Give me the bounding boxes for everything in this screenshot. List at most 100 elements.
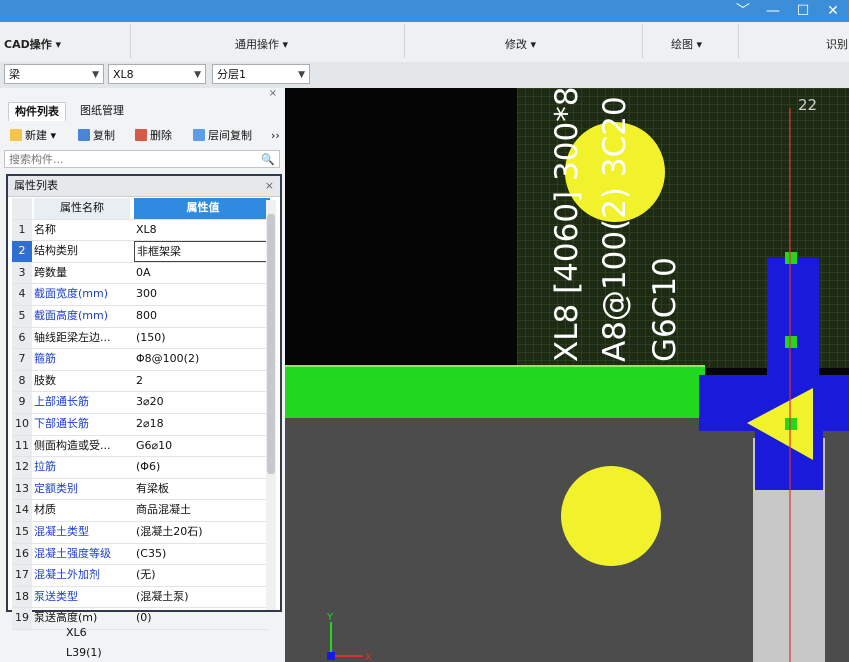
property-value[interactable]: 2⌀18: [134, 414, 270, 435]
scrollbar-thumb[interactable]: [267, 214, 275, 474]
rebar-circle: [561, 466, 661, 566]
row-number: 9: [12, 392, 32, 413]
property-row[interactable]: 18 泵送类型 (混凝土泵): [12, 586, 270, 609]
ribbon-divider: [130, 24, 131, 58]
tab-component-list[interactable]: 构件列表: [8, 102, 66, 121]
property-name: 材质: [34, 503, 56, 517]
floor-copy-icon: [193, 129, 205, 141]
component-search-input[interactable]: 搜索构件... 🔍: [4, 150, 280, 168]
property-row[interactable]: 14 材质 商品混凝土: [12, 500, 268, 522]
property-row[interactable]: 12 拉筋 (Φ6): [12, 457, 268, 479]
property-value[interactable]: 800: [134, 306, 270, 327]
drawing-canvas[interactable]: 22 XL8 [4060] 300*8 A8@100(2) 3C20 G6C10…: [285, 88, 849, 662]
search-icon[interactable]: 🔍: [261, 151, 275, 169]
delete-label: 删除: [150, 129, 172, 142]
property-row[interactable]: 3 跨数量 0A: [12, 262, 270, 285]
layer-select[interactable]: 分层1 ▼: [212, 64, 310, 84]
property-value[interactable]: 300: [134, 284, 270, 305]
grip-point[interactable]: [785, 252, 797, 264]
ucs-origin: [327, 652, 335, 660]
tree-item[interactable]: XL6: [66, 626, 87, 639]
row-number: 8: [12, 370, 32, 392]
property-name: 侧面构造或受...: [34, 438, 111, 452]
property-value[interactable]: (混凝土泵): [134, 587, 270, 608]
element-type-value: 梁: [9, 68, 20, 81]
more-icon[interactable]: ››: [271, 127, 280, 145]
property-value[interactable]: G6⌀10: [134, 436, 270, 457]
property-name: 拉筋: [34, 460, 56, 474]
component-tree: XL6 L39(1): [0, 616, 285, 662]
ribbon-group-modify[interactable]: 修改 ▾: [505, 36, 536, 52]
property-scrollbar[interactable]: [266, 200, 276, 610]
beam-annotation-rebar: A8@100(2) 3C20: [597, 96, 633, 362]
ribbon-divider: [642, 24, 643, 58]
ribbon: CAD操作 ▾ 通用操作 ▾ 修改 ▾ 绘图 ▾ 识别: [0, 22, 849, 63]
maximize-button[interactable]: ☐: [788, 0, 818, 22]
property-row[interactable]: 2 结构类别 非框架梁: [12, 241, 268, 263]
property-value[interactable]: XL8: [134, 220, 270, 241]
property-value[interactable]: (Φ6): [134, 457, 270, 478]
delete-button[interactable]: 删除: [135, 127, 172, 145]
property-row[interactable]: 16 混凝土强度等级 (C35): [12, 543, 270, 566]
ribbon-group-recognize[interactable]: 识别: [826, 36, 848, 52]
property-value[interactable]: 2: [134, 371, 270, 392]
ribbon-group-draw[interactable]: 绘图 ▾: [671, 36, 702, 52]
property-panel-title: 属性列表: [14, 179, 58, 192]
property-row[interactable]: 15 混凝土类型 (混凝土20石): [12, 521, 270, 544]
element-type-select[interactable]: 梁 ▼: [4, 64, 104, 84]
new-button[interactable]: 新建 ▾: [10, 127, 56, 145]
column-header-name: 属性名称: [34, 198, 130, 219]
property-name: 名称: [34, 222, 56, 236]
copy-button[interactable]: 复制: [78, 127, 115, 145]
property-value[interactable]: (150): [134, 328, 270, 349]
property-value[interactable]: Φ8@100(2): [134, 349, 270, 370]
minimize-button[interactable]: —: [758, 0, 788, 22]
floor-copy-button[interactable]: 层间复制: [193, 127, 252, 145]
column-header-value: 属性值: [134, 198, 270, 219]
tree-item[interactable]: L39(1): [66, 646, 102, 659]
close-button[interactable]: ✕: [818, 0, 848, 22]
property-row[interactable]: 9 上部通长筋 3⌀20: [12, 392, 268, 414]
ribbon-group-general[interactable]: 通用操作 ▾: [235, 36, 288, 52]
ribbon-group-cad[interactable]: CAD操作 ▾: [4, 36, 61, 52]
property-row[interactable]: 4 截面宽度(mm) 300: [12, 284, 268, 306]
property-row[interactable]: 7 箍筋 Φ8@100(2): [12, 349, 268, 371]
property-value[interactable]: 0A: [134, 263, 270, 284]
property-row[interactable]: 6 轴线距梁左边... (150): [12, 327, 270, 350]
panel-tabs: 构件列表 图纸管理: [0, 88, 285, 122]
close-icon[interactable]: ×: [265, 176, 274, 196]
chevron-down-icon: ▼: [194, 70, 201, 80]
row-number: 2: [12, 241, 32, 262]
property-value[interactable]: 商品混凝土: [134, 500, 270, 521]
tab-drawing-management[interactable]: 图纸管理: [74, 102, 130, 120]
row-number: 6: [12, 327, 32, 349]
ribbon-collapse-icon[interactable]: ﹀: [728, 0, 758, 22]
row-number: 11: [12, 435, 32, 457]
property-row[interactable]: 10 下部通长筋 2⌀18: [12, 413, 270, 436]
beam-annotation-name: XL8 [4060] 300*8: [549, 88, 585, 362]
chevron-down-icon: ▼: [298, 70, 305, 80]
property-row[interactable]: 13 定额类别 有梁板: [12, 478, 270, 501]
property-name: 轴线距梁左边...: [34, 330, 111, 344]
component-toolbar: 新建 ▾ 复制 删除 层间复制 ››: [0, 124, 285, 148]
property-value[interactable]: 有梁板: [134, 479, 270, 500]
component-select[interactable]: XL8 ▼: [108, 64, 206, 84]
property-value[interactable]: 3⌀20: [134, 392, 270, 413]
property-value[interactable]: (无): [134, 565, 270, 586]
property-value[interactable]: (混凝土20石): [134, 522, 270, 543]
grip-point[interactable]: [785, 336, 797, 348]
property-panel: 属性列表 × 属性名称 属性值 1 名称 XL8 2 结构类别 非框架梁 3 跨数量 0A 4 截面…: [6, 174, 282, 630]
property-row[interactable]: 1 名称 XL8: [12, 219, 270, 242]
row-number: 17: [12, 565, 32, 586]
property-value[interactable]: 非框架梁: [134, 241, 268, 262]
beam-xl8[interactable]: [285, 366, 705, 418]
grip-point[interactable]: [785, 418, 797, 430]
floor-copy-label: 层间复制: [208, 129, 252, 142]
property-row[interactable]: 5 截面高度(mm) 800: [12, 305, 270, 328]
column-shape[interactable]: [767, 258, 819, 388]
property-row[interactable]: 17 混凝土外加剂 (无): [12, 565, 268, 587]
property-row[interactable]: 8 肢数 2: [12, 370, 270, 393]
property-row[interactable]: 11 侧面构造或受... G6⌀10: [12, 435, 270, 458]
new-label: 新建: [25, 129, 47, 142]
property-value[interactable]: (C35): [134, 544, 270, 565]
